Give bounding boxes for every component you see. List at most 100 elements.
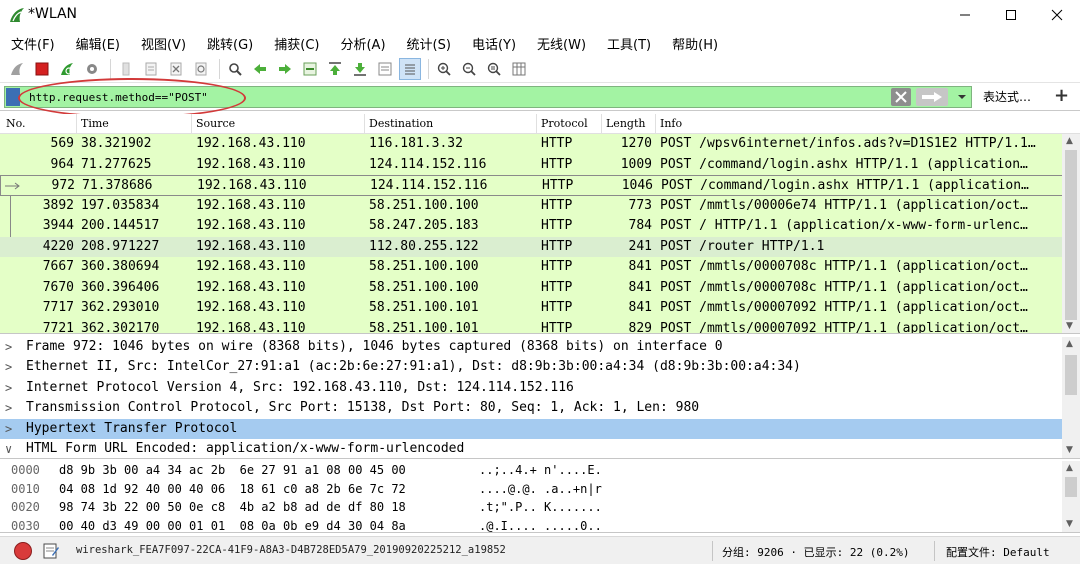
zoom-reset-icon [487, 62, 501, 76]
scroll-down-icon[interactable]: ▼ [1066, 321, 1073, 331]
menu-telephony[interactable]: 电话(Y) [472, 34, 516, 53]
close-button[interactable] [1034, 0, 1080, 30]
column-header-info[interactable]: Info [660, 117, 682, 130]
cell-time: 71.277625 [81, 156, 152, 172]
find-packet-button[interactable] [224, 58, 246, 80]
menu-go[interactable]: 跳转(G) [207, 34, 253, 53]
scroll-down-icon[interactable]: ▼ [1066, 445, 1073, 455]
column-header-source[interactable]: Source [196, 117, 235, 130]
status-divider[interactable] [934, 541, 935, 561]
bytes-row[interactable]: 0020 98 74 3b 22 00 50 0e c8 4b a2 b8 ad… [0, 498, 1080, 517]
packet-row[interactable]: 3944 200.144517 192.168.43.110 58.247.20… [0, 216, 1080, 237]
scrollbar-thumb[interactable] [1065, 355, 1077, 395]
menu-edit[interactable]: 编辑(E) [76, 34, 120, 53]
packet-row[interactable]: 7717 362.293010 192.168.43.110 58.251.10… [0, 298, 1080, 319]
clear-filter-button[interactable] [891, 88, 911, 106]
chevron-down-icon[interactable]: ∨ [5, 442, 12, 456]
packet-row[interactable]: 7667 360.380694 192.168.43.110 58.251.10… [0, 257, 1080, 278]
column-divider[interactable] [76, 114, 77, 134]
bytes-row[interactable]: 0010 04 08 1d 92 40 00 40 06 18 61 c0 a8… [0, 480, 1080, 499]
open-file-button[interactable] [115, 58, 137, 80]
menu-file[interactable]: 文件(F) [11, 34, 55, 53]
scrollbar-thumb[interactable] [1065, 477, 1077, 497]
filter-history-dropdown[interactable] [953, 88, 971, 106]
packet-row[interactable]: 964 71.277625 192.168.43.110 124.114.152… [0, 154, 1080, 175]
expert-info-icon[interactable] [14, 542, 32, 560]
minimize-button[interactable] [942, 0, 988, 30]
restart-capture-button[interactable] [56, 58, 78, 80]
menu-tools[interactable]: 工具(T) [607, 34, 651, 53]
column-header-destination[interactable]: Destination [369, 117, 433, 130]
column-header-length[interactable]: Length [606, 117, 645, 130]
expression-button[interactable]: 表达式… [983, 88, 1031, 105]
bytes-row[interactable]: 0030 00 40 d3 49 00 00 01 01 08 0a 0b e9… [0, 517, 1080, 533]
maximize-button[interactable] [988, 0, 1034, 30]
packet-row[interactable]: 4220 208.971227 192.168.43.110 112.80.25… [0, 236, 1080, 257]
display-filter-input[interactable] [29, 89, 889, 105]
add-filter-button[interactable]: + [1054, 85, 1069, 106]
chevron-right-icon[interactable]: > [5, 401, 12, 415]
detail-tree-item[interactable]: > Frame 972: 1046 bytes on wire (8368 bi… [0, 337, 1080, 357]
packet-list-scrollbar[interactable]: ▲ ▼ [1062, 134, 1080, 333]
column-divider[interactable] [536, 114, 537, 134]
status-divider[interactable] [712, 541, 713, 561]
apply-filter-button[interactable] [916, 88, 948, 106]
last-packet-button[interactable] [349, 58, 371, 80]
go-forward-button[interactable] [274, 58, 296, 80]
capture-comment-icon[interactable] [42, 542, 60, 560]
menu-help[interactable]: 帮助(H) [672, 34, 718, 53]
scroll-down-icon[interactable]: ▼ [1066, 519, 1073, 529]
detail-tree-item-selected[interactable]: > Hypertext Transfer Protocol [0, 418, 1080, 439]
column-divider[interactable] [655, 114, 656, 134]
scrollbar-thumb[interactable] [1065, 150, 1077, 320]
details-scrollbar[interactable]: ▲ ▼ [1062, 337, 1080, 458]
scroll-up-icon[interactable]: ▲ [1066, 339, 1073, 349]
scroll-up-icon[interactable]: ▲ [1066, 463, 1073, 473]
packet-row-selected[interactable]: 972 71.378686 192.168.43.110 124.114.152… [0, 175, 1080, 196]
cell-info: POST /mmtls/0000708c HTTP/1.1 (applicati… [660, 279, 1028, 295]
zoom-normal-button[interactable] [483, 58, 505, 80]
detail-tree-item[interactable]: ∨ HTML Form URL Encoded: application/x-w… [0, 439, 1080, 458]
reload-file-button[interactable] [190, 58, 212, 80]
zoom-out-button[interactable] [458, 58, 480, 80]
detail-tree-item[interactable]: > Internet Protocol Version 4, Src: 192.… [0, 378, 1080, 398]
column-header-no[interactable]: No. [6, 117, 26, 130]
bytes-row[interactable]: 0000 d8 9b 3b 00 a4 34 ac 2b 6e 27 91 a1… [0, 461, 1080, 480]
chevron-right-icon[interactable]: > [5, 381, 12, 395]
column-divider[interactable] [191, 114, 192, 134]
start-capture-button[interactable] [6, 58, 28, 80]
detail-tree-item[interactable]: > Transmission Control Protocol, Src Por… [0, 398, 1080, 418]
menu-analyze[interactable]: 分析(A) [340, 34, 385, 53]
stop-capture-button[interactable] [31, 58, 53, 80]
filter-bookmark-icon[interactable] [6, 88, 20, 106]
menu-capture[interactable]: 捕获(C) [274, 34, 319, 53]
first-packet-button[interactable] [324, 58, 346, 80]
column-header-protocol[interactable]: Protocol [541, 117, 588, 130]
column-divider[interactable] [364, 114, 365, 134]
profile-status[interactable]: 配置文件: Default [946, 544, 1050, 560]
packet-row[interactable]: 7721 362.302170 192.168.43.110 58.251.10… [0, 318, 1080, 333]
scroll-up-icon[interactable]: ▲ [1066, 136, 1073, 146]
capture-options-button[interactable] [81, 58, 103, 80]
column-divider[interactable] [601, 114, 602, 134]
packet-row[interactable]: 3892 197.035834 192.168.43.110 58.251.10… [0, 195, 1080, 216]
bytes-scrollbar[interactable]: ▲ ▼ [1062, 461, 1080, 532]
column-header-time[interactable]: Time [81, 117, 109, 130]
resize-columns-button[interactable] [508, 58, 530, 80]
menu-statistics[interactable]: 统计(S) [407, 34, 451, 53]
packet-row[interactable]: 7670 360.396406 192.168.43.110 58.251.10… [0, 277, 1080, 298]
detail-tree-item[interactable]: > Ethernet II, Src: IntelCor_27:91:a1 (a… [0, 357, 1080, 377]
colorize-button[interactable] [399, 58, 421, 80]
save-file-button[interactable] [140, 58, 162, 80]
packet-row[interactable]: 569 38.321902 192.168.43.110 116.181.3.3… [0, 134, 1080, 155]
go-to-packet-button[interactable] [299, 58, 321, 80]
zoom-in-button[interactable] [433, 58, 455, 80]
menu-wireless[interactable]: 无线(W) [537, 34, 586, 53]
chevron-right-icon[interactable]: > [5, 422, 12, 436]
close-file-button[interactable] [165, 58, 187, 80]
chevron-right-icon[interactable]: > [5, 360, 12, 374]
go-back-button[interactable] [249, 58, 271, 80]
autoscroll-button[interactable] [374, 58, 396, 80]
menu-view[interactable]: 视图(V) [141, 34, 186, 53]
chevron-right-icon[interactable]: > [5, 340, 12, 354]
